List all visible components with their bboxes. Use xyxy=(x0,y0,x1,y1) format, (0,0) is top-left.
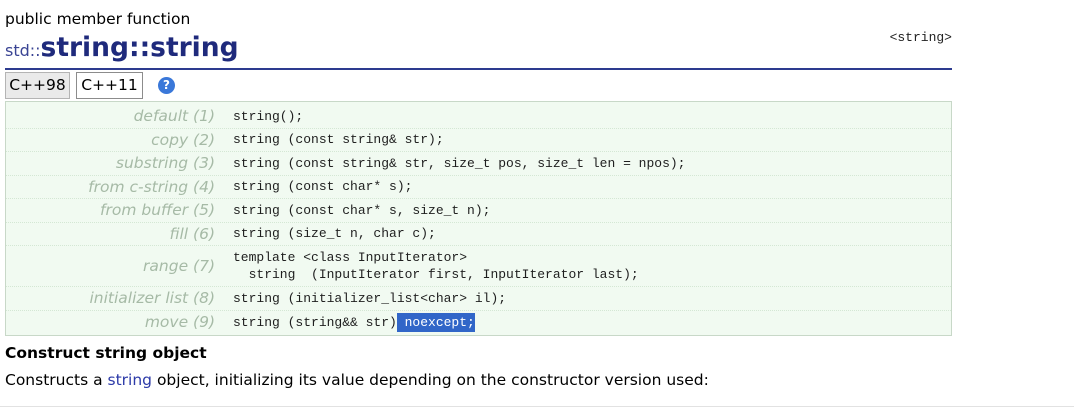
title-namespace: std:: xyxy=(5,41,41,60)
member-type-label: public member function xyxy=(5,10,191,28)
prototype-row: range (7) template <class InputIterator>… xyxy=(6,246,951,287)
code-line: string (const string& str, size_t pos, s… xyxy=(233,155,686,171)
prototype-label: from buffer (5) xyxy=(100,201,215,220)
code-line: string (const string& str); xyxy=(233,132,444,148)
description-text-end: object, initializing its value depending… xyxy=(152,371,709,389)
code-line: string (const char* s); xyxy=(233,179,413,195)
prototype-row: copy (2) string (const string& str); xyxy=(6,129,951,152)
prototype-table: default (1) string(); copy (2) string (c… xyxy=(5,101,952,336)
prototype-label: fill (6) xyxy=(169,224,215,243)
description-text-start: Constructs a xyxy=(5,371,108,389)
prototype-row: from buffer (5) string (const char* s, s… xyxy=(6,199,951,223)
code-line: string (initializer_list<char> il); xyxy=(233,290,507,306)
prototype-code: string (string&& str) noexcept; xyxy=(233,312,475,332)
tab-cpp11[interactable]: C++11 xyxy=(76,72,143,99)
selected-text: noexcept; xyxy=(396,312,475,332)
prototype-label: range (7) xyxy=(143,257,215,275)
code-line: string (string&& str) xyxy=(233,314,397,330)
prototype-row: default (1) string(); xyxy=(6,105,951,129)
code-line: string (InputIterator first, InputIterat… xyxy=(233,267,639,282)
prototype-code: string (const char* s, size_t n); xyxy=(233,202,490,219)
page-title: std::string::string xyxy=(5,33,952,63)
prototype-row: from c-string (4) string (const char* s)… xyxy=(6,176,951,199)
prototype-code: string (initializer_list<char> il); xyxy=(233,290,506,307)
prototype-code: string (const string& str, size_t pos, s… xyxy=(233,155,685,172)
description-text: Constructs a string object, initializing… xyxy=(5,370,709,390)
prototype-label: substring (3) xyxy=(115,154,215,173)
code-line: string(); xyxy=(233,108,304,124)
prototype-code: template <class InputIterator> string (I… xyxy=(233,249,639,283)
prototype-code: string (size_t n, char c); xyxy=(233,225,436,242)
title-header: std::string::string <string> xyxy=(5,30,952,70)
prototype-code: string (const string& str); xyxy=(233,131,444,148)
code-line: string (const char* s, size_t n); xyxy=(233,202,491,218)
prototype-label: from c-string (4) xyxy=(88,177,215,196)
prototype-code: string(); xyxy=(233,108,303,125)
reference-page: public member function std::string::stri… xyxy=(0,0,1074,411)
help-icon[interactable]: ? xyxy=(158,77,175,94)
prototype-label: copy (2) xyxy=(151,130,215,149)
description-heading: Construct string object xyxy=(5,344,207,362)
prototype-label: move (9) xyxy=(144,313,215,332)
prototype-row: substring (3) string (const string& str,… xyxy=(6,152,951,176)
string-link[interactable]: string xyxy=(108,371,153,389)
code-line: string (size_t n, char c); xyxy=(233,226,436,242)
prototype-row: fill (6) string (size_t n, char c); xyxy=(6,223,951,246)
tab-cpp98[interactable]: C++98 xyxy=(5,72,70,99)
header-file-link[interactable]: <string> xyxy=(890,30,952,46)
bottom-divider xyxy=(0,406,1074,407)
prototype-label: initializer list (8) xyxy=(89,289,215,308)
prototype-row: initializer list (8) string (initializer… xyxy=(6,287,951,311)
code-line: template <class InputIterator> xyxy=(233,250,468,265)
title-name: string::string xyxy=(40,32,239,63)
prototype-row: move (9) string (string&& str) noexcept; xyxy=(6,311,951,335)
prototype-code: string (const char* s); xyxy=(233,178,412,195)
prototype-label: default (1) xyxy=(133,107,215,126)
